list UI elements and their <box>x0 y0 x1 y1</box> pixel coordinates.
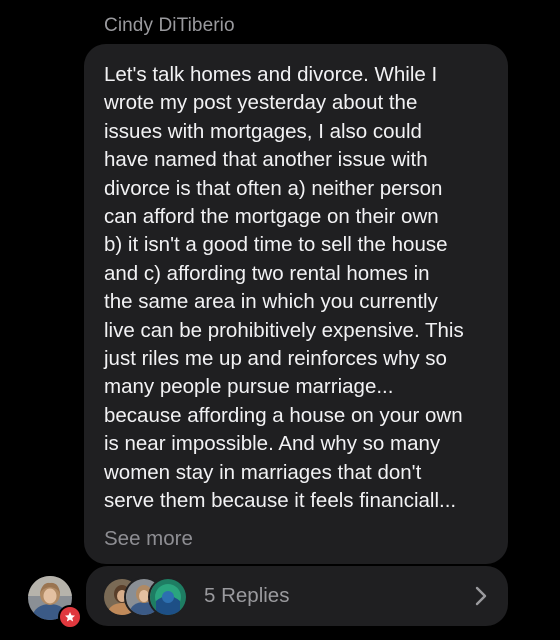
view-replies-button[interactable]: 5 Replies <box>86 566 508 626</box>
comment-text: Let's talk homes and divorce. While I wr… <box>104 63 464 513</box>
comment-bubble: Let's talk homes and divorce. While I wr… <box>84 44 508 564</box>
comment-author-name[interactable]: Cindy DiTiberio <box>104 15 235 37</box>
see-more-link[interactable]: See more <box>104 527 193 551</box>
chevron-right-icon <box>474 585 488 607</box>
reply-avatars <box>102 577 202 617</box>
replies-count: 5 Replies <box>204 584 290 607</box>
reply-avatar <box>148 577 188 617</box>
comment-thread: Cindy DiTiberio Let's talk homes and div… <box>0 0 560 640</box>
star-icon <box>58 605 82 629</box>
